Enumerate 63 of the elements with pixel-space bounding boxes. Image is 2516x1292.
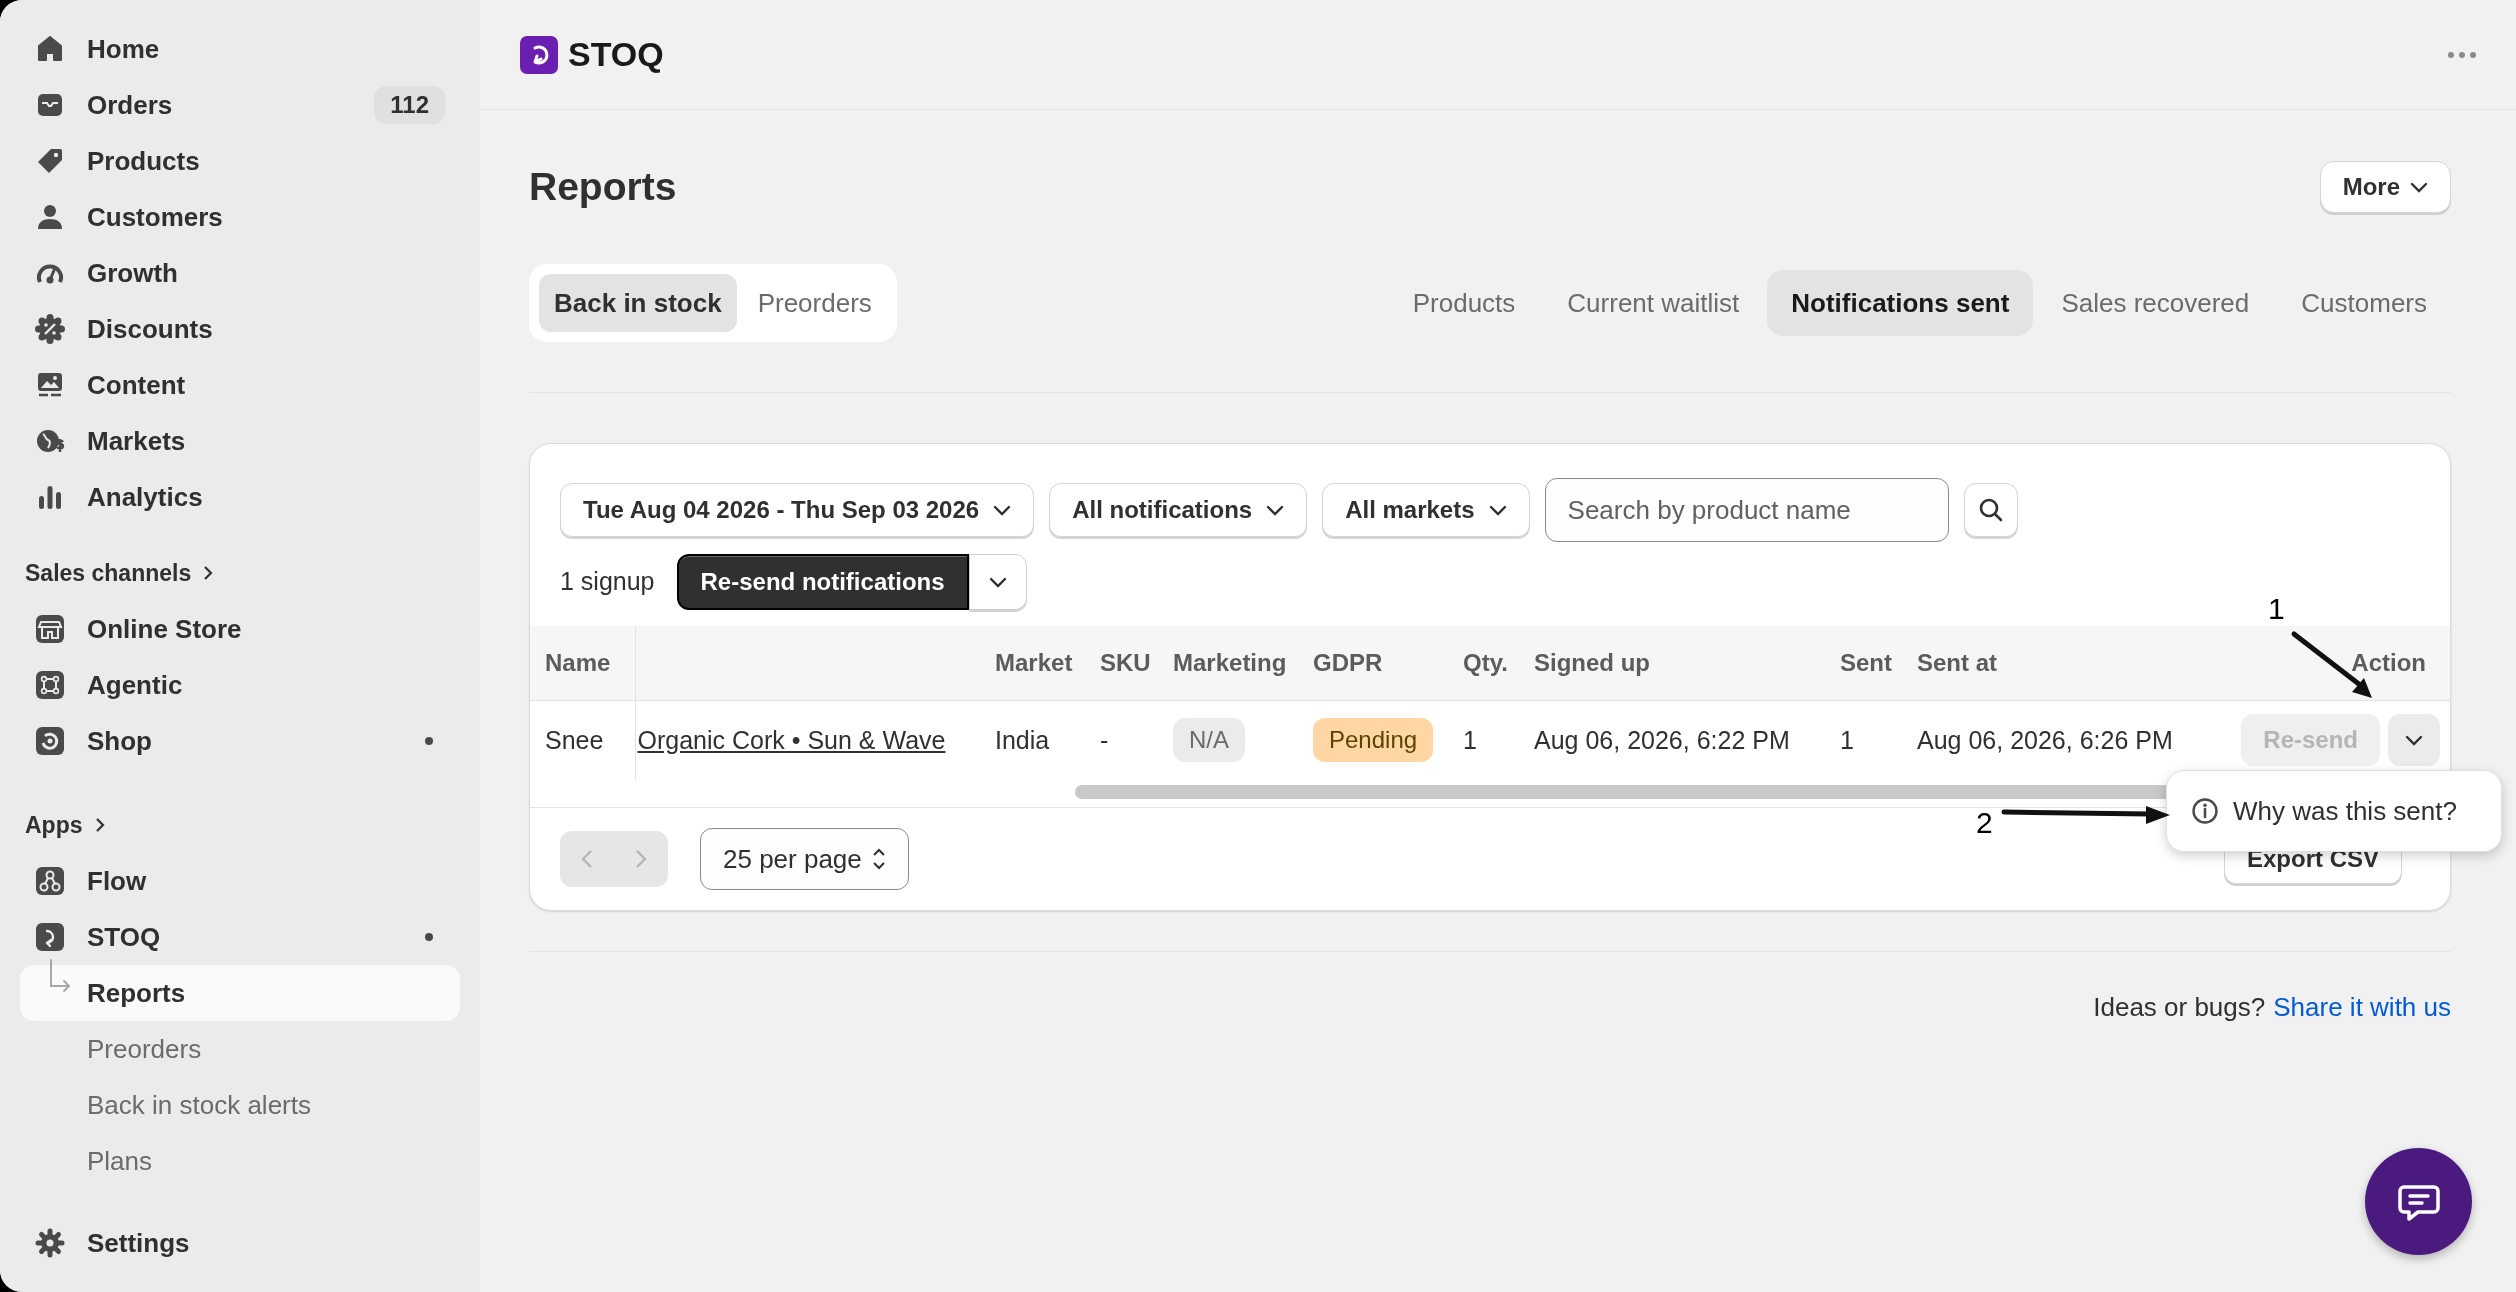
- sidebar-item[interactable]: Discounts: [20, 301, 460, 357]
- table-cell: India: [980, 700, 1085, 780]
- status-badge: Pending: [1313, 718, 1434, 763]
- more-button[interactable]: More: [2319, 161, 2451, 213]
- sidebar-item[interactable]: Content: [20, 357, 460, 413]
- sidebar-item[interactable]: Analytics: [20, 469, 460, 525]
- column-header: Market: [995, 648, 1073, 676]
- report-tab[interactable]: Current waitlist: [1543, 270, 1764, 336]
- column-header: Sent: [1840, 648, 1892, 676]
- status-badge: N/A: [1173, 718, 1245, 763]
- column-header: GDPR: [1313, 648, 1383, 676]
- sidebar-item[interactable]: Online Store: [20, 601, 460, 657]
- column-header: Name: [545, 648, 611, 676]
- sidebar-item[interactable]: Markets: [20, 413, 460, 469]
- sidebar-subitem[interactable]: Preorders: [20, 1021, 460, 1077]
- sidebar-item[interactable]: Agentic: [20, 657, 460, 713]
- annotation-number: 1: [2268, 594, 2285, 624]
- report-tab[interactable]: Sales recovered: [2037, 270, 2274, 336]
- sidebar-subitem[interactable]: Reports: [20, 965, 460, 1021]
- section-header[interactable]: Apps: [20, 797, 460, 853]
- column-header: Qty.: [1463, 648, 1508, 676]
- sidebar-item[interactable]: Home: [20, 21, 460, 77]
- report-tab[interactable]: Products: [1388, 270, 1540, 336]
- sidebar-subitem[interactable]: Back in stock alerts: [20, 1077, 460, 1133]
- annotation-number: 2: [1976, 808, 1993, 838]
- table-cell: 1: [1825, 700, 1902, 780]
- feedback-text: Ideas or bugs?: [2093, 991, 2266, 1024]
- app-name: STOQ: [568, 34, 664, 75]
- column-header: Sent at: [1917, 648, 1997, 676]
- report-tab[interactable]: Notifications sent: [1767, 270, 2034, 336]
- table-cell: Aug 06, 2026, 6:26 PM: [1902, 700, 2212, 780]
- per-page-select[interactable]: 25 per page: [700, 828, 909, 890]
- product-link[interactable]: Organic Cork • Sun & Wave: [637, 725, 946, 754]
- report-tab[interactable]: Customers: [2277, 270, 2451, 336]
- table-cell: Snee: [530, 700, 635, 780]
- notifications-filter-dropdown[interactable]: All notifications: [1049, 483, 1308, 537]
- sidebar-item[interactable]: STOQ: [20, 909, 460, 965]
- table-cell: Aug 06, 2026, 6:22 PM: [1519, 700, 1825, 780]
- column-header: SKU: [1100, 648, 1151, 676]
- sidebar-item[interactable]: Growth: [20, 245, 460, 301]
- sidebar-item[interactable]: Settings: [20, 1215, 460, 1271]
- sidebar-subitem[interactable]: Plans: [20, 1133, 460, 1189]
- section-header[interactable]: Sales channels: [20, 545, 460, 601]
- segment-tab[interactable]: Back in stock: [539, 274, 737, 332]
- markets-filter-dropdown[interactable]: All markets: [1322, 483, 1530, 537]
- table-cell: -: [1085, 700, 1158, 780]
- column-header: Action: [2351, 648, 2426, 676]
- search-field[interactable]: Search by product name: [1544, 478, 1949, 542]
- count-badge: 112: [374, 86, 445, 124]
- column-header: Marketing: [1173, 648, 1287, 676]
- date-range-dropdown[interactable]: Tue Aug 04 2026 - Thu Sep 03 2026: [560, 483, 1035, 537]
- share-feedback-link[interactable]: Share it with us: [2273, 988, 2451, 1027]
- sidebar-item[interactable]: Flow: [20, 853, 460, 909]
- sidebar-item[interactable]: Products: [20, 133, 460, 189]
- column-header: Signed up: [1534, 648, 1650, 676]
- selection-count: 1 signup: [560, 566, 655, 598]
- sidebar-item[interactable]: Orders 112: [20, 77, 460, 133]
- segment-tab[interactable]: Preorders: [742, 274, 887, 332]
- sidebar-item[interactable]: Customers: [20, 189, 460, 245]
- page-title: Reports: [529, 163, 677, 210]
- sidebar-item[interactable]: Shop: [20, 713, 460, 769]
- table-cell: 1: [1448, 700, 1519, 780]
- resend-notifications-button[interactable]: Re-send notifications: [676, 554, 969, 610]
